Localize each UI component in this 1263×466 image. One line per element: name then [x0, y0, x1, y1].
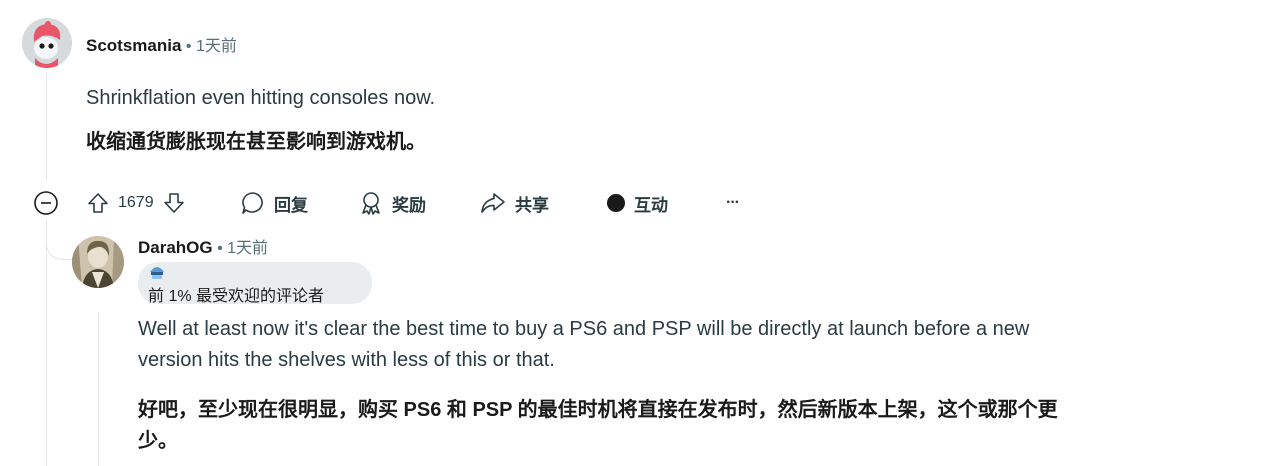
thread-connector	[46, 220, 72, 260]
comment-header: DarahOG • 1天前	[138, 234, 268, 258]
interact-dot-icon	[607, 194, 625, 212]
vote-count: 1679	[118, 194, 154, 211]
user-flair: 前 1% 最受欢迎的评论者	[138, 262, 372, 305]
reply-button[interactable]: 回复	[240, 189, 308, 217]
downvote-icon	[163, 193, 184, 213]
author-name[interactable]: Scotsmania	[86, 36, 181, 55]
vote-group: 1679	[86, 189, 186, 217]
avatar[interactable]	[72, 236, 124, 288]
separator-dot: •	[185, 38, 196, 55]
upvote-icon	[88, 193, 108, 213]
award-icon	[362, 192, 380, 215]
award-label: 奖励	[392, 195, 426, 215]
share-icon	[481, 193, 505, 213]
snoo-avatar-image	[22, 18, 72, 68]
comment-translation-line-1: 好吧，至少现在很明显，购买 PS6 和 PSP 的最佳时机将直接在发布时，然后新…	[138, 399, 1058, 421]
comment-text-line-1: Well at least now it's clear the best ti…	[138, 318, 1030, 340]
comment-header: Scotsmania • 1天前	[86, 32, 237, 56]
interact-label: 互动	[634, 195, 668, 215]
more-icon: ···	[726, 194, 740, 211]
reply-label: 回复	[274, 195, 308, 215]
comment-translation-line-2: 少。	[138, 430, 178, 452]
upvote-button[interactable]	[86, 191, 110, 215]
award-button[interactable]: 奖励	[358, 189, 426, 217]
thread-line-main-lower[interactable]	[46, 220, 47, 466]
more-options-button[interactable]: ···	[726, 189, 740, 217]
flair-icon	[150, 267, 164, 279]
separator-dot: •	[217, 240, 228, 257]
timestamp[interactable]: 1天前	[227, 240, 268, 257]
comment-text-translation: 收缩通货膨胀现在甚至影响到游戏机。	[86, 131, 426, 153]
downvote-button[interactable]	[162, 191, 186, 215]
collapse-button[interactable]	[33, 190, 59, 216]
collapse-icon	[34, 191, 58, 215]
share-button[interactable]: 共享	[479, 189, 549, 217]
thread-line-reply[interactable]	[98, 312, 99, 466]
avatar[interactable]	[22, 18, 72, 68]
timestamp[interactable]: 1天前	[196, 38, 237, 55]
user-photo	[72, 236, 124, 288]
thread-line-main[interactable]	[46, 72, 47, 180]
comment-text: Shrinkflation even hitting consoles now.	[86, 87, 436, 109]
flair-text: 前 1% 最受欢迎的评论者	[148, 288, 325, 305]
comment-text-line-2: version hits the shelves with less of th…	[138, 349, 555, 371]
comment-icon	[242, 192, 263, 214]
author-name[interactable]: DarahOG	[138, 238, 213, 257]
share-label: 共享	[515, 195, 549, 215]
interact-button[interactable]: 互动	[606, 189, 668, 217]
